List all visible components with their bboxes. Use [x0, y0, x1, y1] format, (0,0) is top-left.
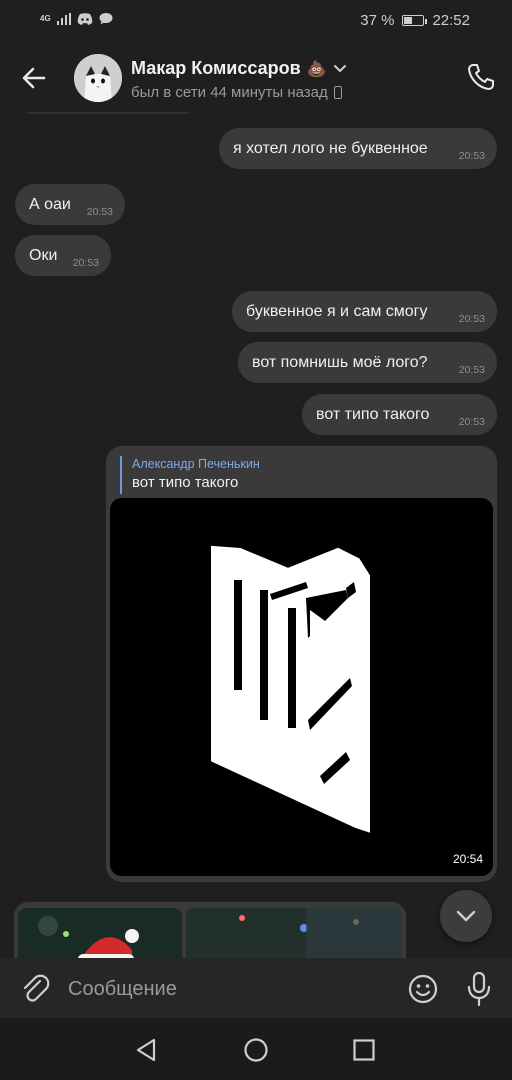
message-text: А оаи [29, 196, 71, 213]
scroll-down-button[interactable] [440, 890, 492, 942]
status-left: 4G [40, 12, 113, 25]
cat-avatar-image [74, 54, 122, 102]
nav-recent-button[interactable] [349, 1035, 379, 1065]
chat-notification-icon [99, 13, 113, 25]
christmas-photo-1 [18, 908, 182, 958]
circle-home-icon [244, 1038, 268, 1062]
clock: 22:52 [432, 12, 470, 29]
triangle-back-icon [136, 1038, 156, 1062]
message-time: 20:53 [458, 364, 485, 376]
nav-home-button[interactable] [241, 1035, 271, 1065]
arrow-left-icon [22, 67, 46, 89]
contact-name[interactable]: Макар Комиссаров 💩 [131, 58, 347, 79]
message-time: 20:53 [458, 150, 485, 162]
last-seen-text: был в сети 44 минуты назад [131, 84, 328, 101]
signal-icon [56, 12, 71, 25]
reply-text: вот типо такого [132, 474, 239, 491]
message-composer [0, 958, 512, 1018]
battery-icon [402, 15, 428, 26]
discord-icon [77, 12, 92, 25]
message-input[interactable] [66, 970, 390, 1008]
emoji-button[interactable] [406, 972, 440, 1006]
system-navigation-bar [0, 1018, 512, 1080]
previous-message-edge [20, 112, 195, 114]
contact-status: был в сети 44 минуты назад [131, 84, 342, 101]
voice-message-button[interactable] [464, 970, 494, 1008]
battery-level [404, 17, 412, 24]
avatar[interactable] [74, 54, 122, 102]
album-photo[interactable] [18, 908, 182, 958]
chevron-down-icon [456, 910, 476, 922]
logo-drawing [110, 498, 493, 876]
phone-icon [468, 64, 494, 90]
paperclip-icon [23, 974, 50, 1002]
message-time: 20:53 [458, 313, 485, 325]
message-text: Оки [29, 247, 58, 264]
message-time: 20:53 [458, 416, 485, 428]
call-button[interactable] [466, 62, 496, 92]
photo-album-bubble[interactable] [14, 902, 406, 958]
microphone-icon [467, 971, 491, 1007]
message-text: буквенное я и сам смогу [246, 303, 428, 320]
poop-emoji: 💩 [306, 60, 327, 78]
message-bubble-outgoing[interactable]: я хотел лого не буквенное 20:53 [219, 128, 497, 169]
reply-quote[interactable]: Александр Печенькин вот типо такого [120, 456, 260, 494]
back-button[interactable] [18, 62, 50, 94]
message-time: 20:53 [72, 257, 99, 269]
reply-author: Александр Печенькин [132, 457, 260, 471]
media-message-bubble[interactable]: Александр Печенькин вот типо такого 20:5… [106, 446, 497, 882]
nav-back-button[interactable] [132, 1035, 162, 1065]
battery-percent: 37 % [360, 12, 395, 29]
chat-header: Макар Комиссаров 💩 был в сети 44 минуты … [0, 42, 512, 112]
status-bar: 4G 37 % 22:52 [0, 0, 512, 42]
christmas-photo-2 [186, 908, 402, 958]
smiley-icon [408, 974, 438, 1004]
chevron-down-icon [333, 64, 346, 72]
message-time: 20:53 [86, 206, 113, 218]
attach-button[interactable] [18, 972, 52, 1006]
message-bubble-incoming[interactable]: Оки 20:53 [15, 235, 111, 276]
album-photo[interactable] [186, 908, 402, 958]
message-bubble-outgoing[interactable]: вот типо такого 20:53 [302, 394, 497, 435]
network-type: 4G [40, 13, 51, 23]
message-list[interactable]: я хотел лого не буквенное 20:53 А оаи 20… [0, 112, 512, 958]
logo-image[interactable]: 20:54 [110, 498, 493, 876]
message-text: я хотел лого не буквенное [233, 140, 428, 157]
media-time: 20:54 [452, 852, 483, 866]
message-bubble-incoming[interactable]: А оаи 20:53 [15, 184, 125, 225]
mobile-device-icon [333, 86, 342, 99]
message-text: вот типо такого [316, 406, 430, 423]
status-right: 37 % 22:52 [360, 12, 470, 29]
message-text: вот помнишь моё лого? [252, 354, 428, 371]
contact-name-text: Макар Комиссаров [131, 58, 301, 78]
message-bubble-outgoing[interactable]: буквенное я и сам смогу 20:53 [232, 291, 497, 332]
message-bubble-outgoing[interactable]: вот помнишь моё лого? 20:53 [238, 342, 497, 383]
square-recent-icon [353, 1039, 375, 1061]
